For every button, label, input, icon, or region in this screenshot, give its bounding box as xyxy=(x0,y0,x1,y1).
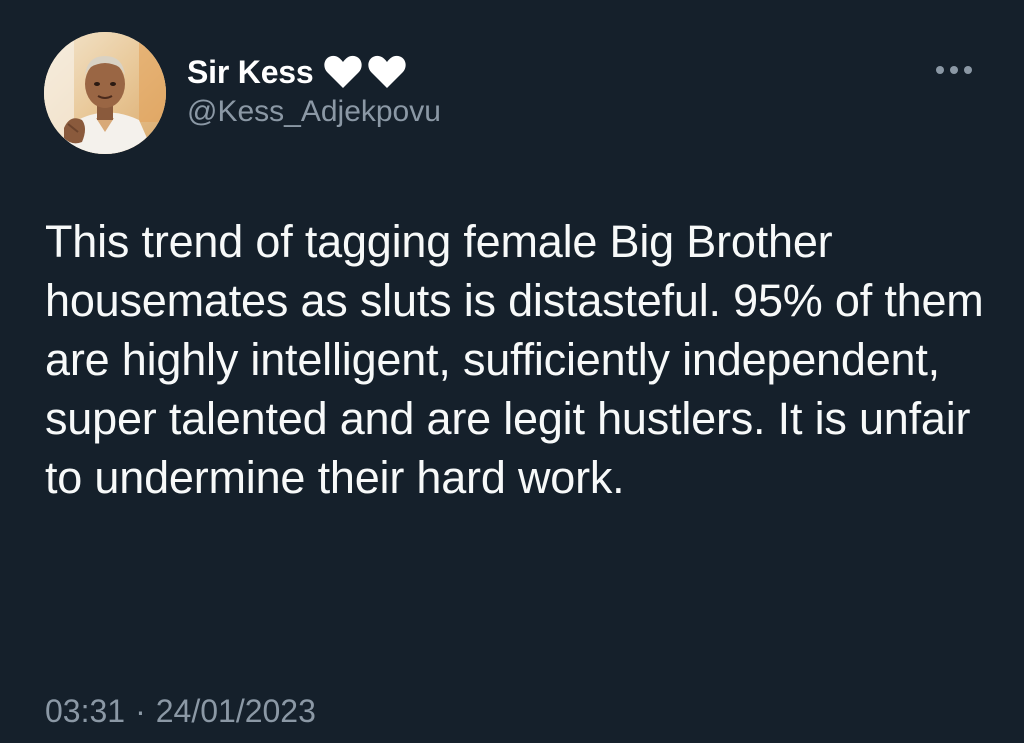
tweet-text: This trend of tagging female Big Brother… xyxy=(45,216,984,503)
more-dot-icon xyxy=(964,66,972,74)
white-heart-icon xyxy=(368,55,407,88)
avatar[interactable] xyxy=(44,32,166,154)
tweet-timestamp[interactable]: 03:31 · 24/01/2023 xyxy=(45,695,316,727)
tweet-date[interactable]: 24/01/2023 xyxy=(156,695,316,727)
avatar-photo xyxy=(44,32,166,154)
author-name-row[interactable]: Sir Kess xyxy=(187,50,407,94)
more-dot-icon xyxy=(936,66,944,74)
white-heart-icon xyxy=(324,55,363,88)
user-handle[interactable]: @Kess_Adjekpovu xyxy=(187,97,441,127)
more-dot-icon xyxy=(950,66,958,74)
display-name[interactable]: Sir Kess xyxy=(187,56,314,88)
timestamp-separator: · xyxy=(135,693,146,729)
name-badges xyxy=(323,54,407,90)
tweet-card: Sir Kess @Kess_Adjekpovu This trend of t… xyxy=(0,0,1024,743)
tweet-time[interactable]: 03:31 xyxy=(45,695,125,727)
more-options-button[interactable] xyxy=(930,58,978,82)
